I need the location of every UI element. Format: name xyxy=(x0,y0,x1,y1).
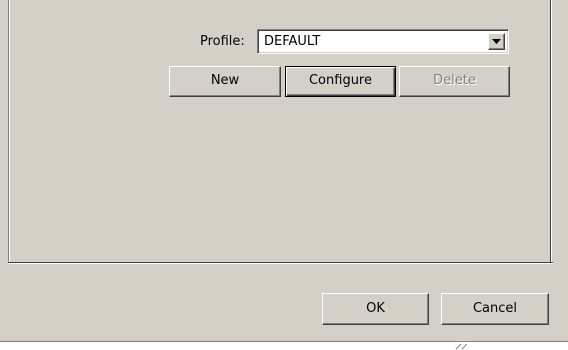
delete-profile-button[interactable]: Delete xyxy=(399,66,510,97)
group-panel-bottom-edge xyxy=(8,262,553,264)
profile-select[interactable]: DEFAULT xyxy=(257,29,509,54)
profile-label: Profile: xyxy=(200,34,245,49)
ok-button[interactable]: OK xyxy=(322,293,429,325)
profile-dialog: Profile: DEFAULT New Configure Delete OK… xyxy=(0,0,568,350)
group-panel-right-edge xyxy=(550,0,552,264)
resize-grip-icon[interactable] xyxy=(452,341,472,350)
window-bottom-edge xyxy=(0,341,568,350)
chevron-down-icon[interactable] xyxy=(488,33,505,50)
new-profile-button[interactable]: New xyxy=(169,66,281,97)
profile-selected-value: DEFAULT xyxy=(264,34,321,49)
group-panel-left-edge xyxy=(8,0,10,264)
configure-profile-button[interactable]: Configure xyxy=(285,66,396,97)
cancel-button[interactable]: Cancel xyxy=(441,293,549,325)
